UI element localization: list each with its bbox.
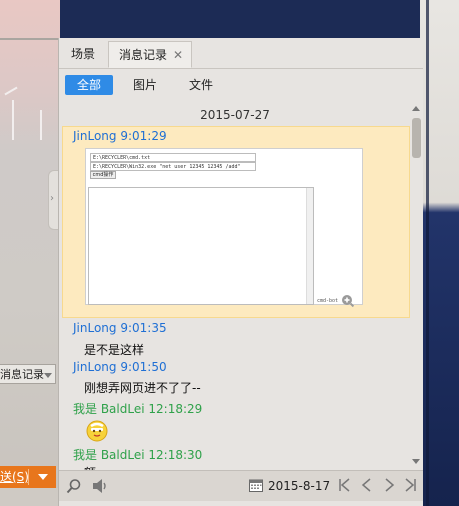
message-time: 9:01:29 [120,129,167,143]
message-time: 12:18:29 [148,402,203,416]
image-text-field: E:\RECYCLER\cmd.txt [90,153,256,162]
message-sender: 我是 BaldLei 12:18:29 [73,400,202,417]
divider [28,469,29,485]
search-icon[interactable] [66,478,82,494]
speaker-icon[interactable] [91,478,109,494]
wind-turbine-decoration [40,110,42,140]
message-time: 9:01:35 [120,321,167,335]
zoom-in-icon[interactable] [341,294,355,308]
selected-date[interactable]: 2015-8-17 [268,479,330,493]
chevron-right-icon: › [50,193,54,204]
sender-name: JinLong [73,129,117,143]
image-scrollbar [306,188,313,304]
panel-tabs: 场景 消息记录 ✕ [59,38,423,69]
sender-name: JinLong [73,321,117,335]
image-button: cmd操作 [90,171,116,179]
message-text: 刚想弄网页进不了了-- [84,381,201,395]
send-button[interactable]: 送(S) [0,466,56,488]
collapse-panel-handle[interactable]: › [48,170,58,230]
sender-name: 我是 BaldLei [73,448,145,462]
wind-turbine-blade [4,86,18,96]
scroll-up-arrow-icon[interactable] [412,106,420,111]
chevron-down-icon [44,373,52,378]
filter-images-button[interactable]: 图片 [123,75,167,95]
history-toolbar: 2015-8-17 [59,470,423,501]
send-button-label: 送(S) [0,470,29,484]
tab-label: 场景 [70,47,95,61]
desktop-background [420,0,459,506]
sender-name: JinLong [73,360,117,374]
calendar-icon[interactable] [249,478,263,492]
message-sender: 我是 BaldLei 12:18:30 [73,446,202,463]
message-image[interactable]: E:\RECYCLER\cmd.txt E:\RECYCLER\Win32.ex… [85,148,363,305]
scrollbar-thumb[interactable] [412,118,421,158]
divider [0,38,60,40]
scroll-down-arrow-icon[interactable] [412,459,420,464]
message-sender: JinLong 9:01:35 [73,321,167,335]
history-scrollbar[interactable] [411,103,423,471]
tab-label: 消息记录 [119,48,168,62]
emoji-icon [86,420,108,442]
sender-name: 我是 BaldLei [73,402,145,416]
message-time: 9:01:50 [120,360,167,374]
message-sender: JinLong 9:01:29 [73,129,167,143]
date-separator: 2015-07-27 [200,108,270,122]
first-page-icon[interactable] [337,477,353,493]
image-caption: cmd-bot [317,298,339,304]
message-time: 12:18:30 [148,448,203,462]
tab-message-history[interactable]: 消息记录 ✕ [108,41,192,68]
background-statusbar [0,488,60,506]
background-dropdown[interactable]: 消息记录 [0,364,56,384]
background-chat-window: 消息记录 送(S) [0,0,60,506]
image-textarea [88,187,314,305]
filter-files-button[interactable]: 文件 [179,75,223,95]
wind-turbine-decoration [12,100,14,140]
previous-page-icon[interactable] [359,477,375,493]
background-dropdown-label: 消息记录 [0,368,44,381]
message-history-panel: 场景 消息记录 ✕ 全部 图片 文件 2015-07-27 JinLong 9:… [58,38,423,506]
message-sender: JinLong 9:01:50 [73,360,167,374]
image-text-field: E:\RECYCLER\Win32.exe "net user 12345 12… [90,162,256,171]
tab-scene[interactable]: 场景 [59,41,107,68]
desktop-decoration [426,0,429,506]
message-text: 是不是这样 [84,343,145,357]
close-icon[interactable]: ✕ [173,42,183,69]
last-page-icon[interactable] [402,477,418,493]
filter-all-button[interactable]: 全部 [65,75,113,95]
chevron-down-icon[interactable] [38,474,48,480]
next-page-icon[interactable] [381,477,397,493]
